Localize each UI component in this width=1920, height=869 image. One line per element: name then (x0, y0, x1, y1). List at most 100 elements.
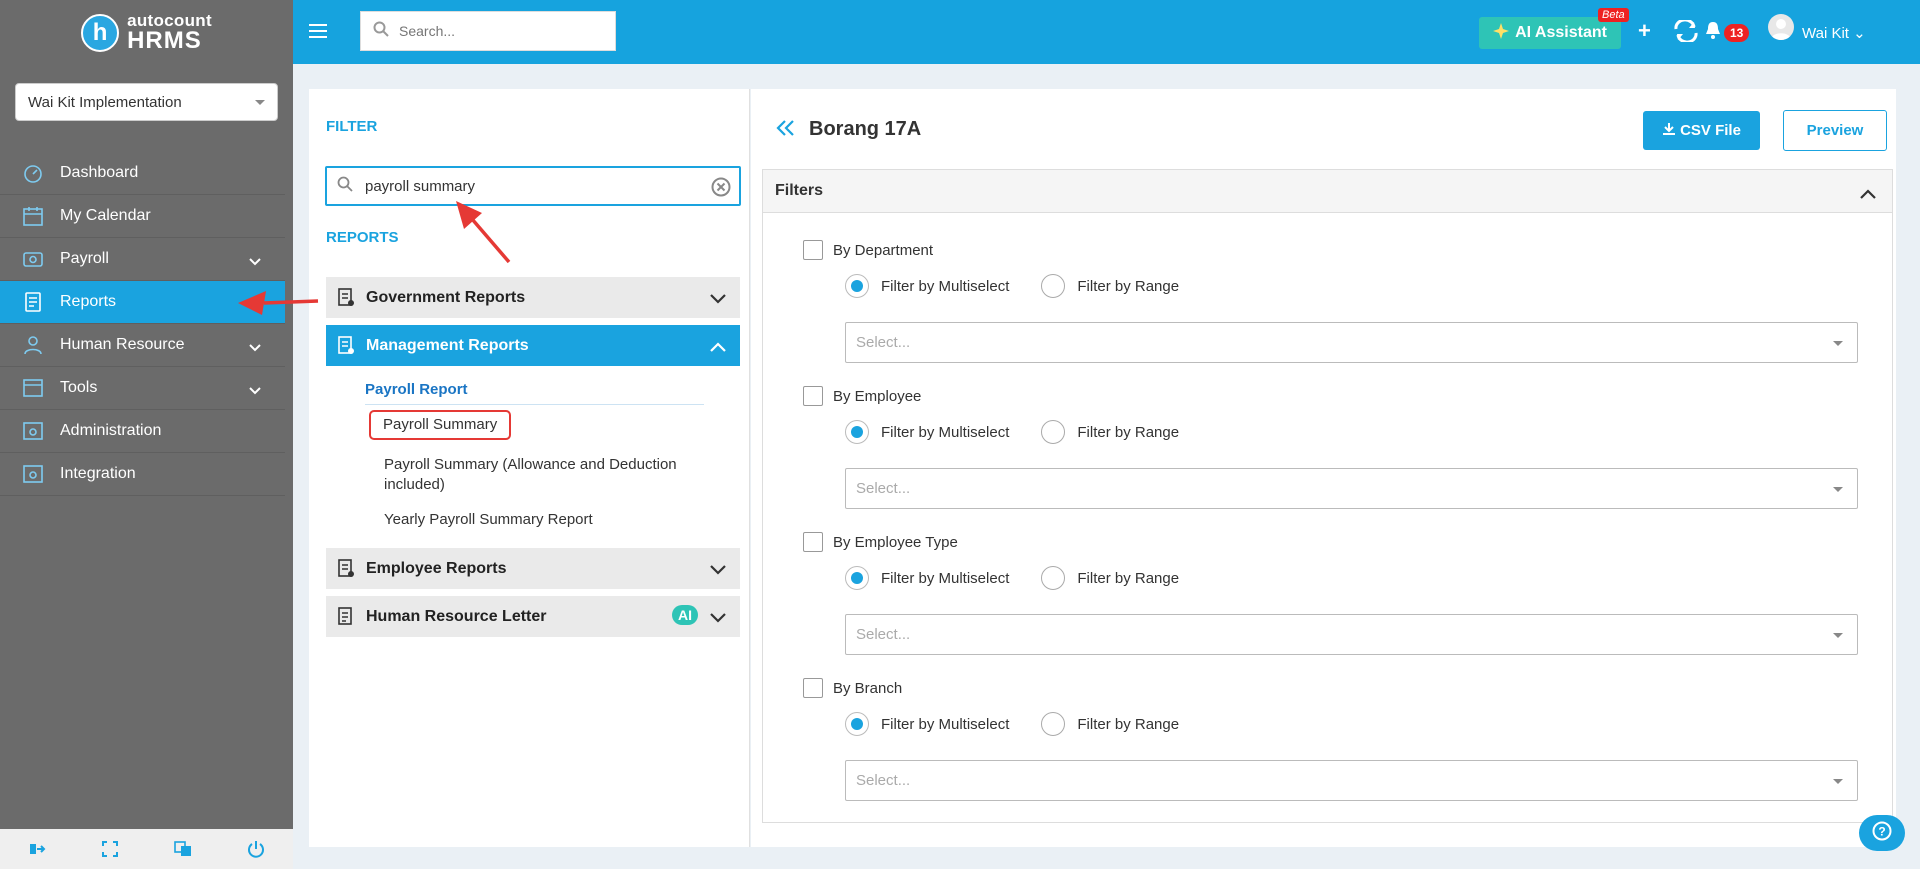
employee-type-checkbox-row[interactable]: By Employee Type (803, 532, 958, 552)
government-reports-header[interactable]: Government Reports (326, 277, 740, 318)
range-radio[interactable] (1041, 566, 1066, 590)
app-logo[interactable]: h autocount HRMS (0, 0, 293, 65)
range-radio[interactable] (1041, 712, 1066, 736)
range-radio[interactable] (1041, 420, 1066, 444)
collapse-left-icon[interactable] (776, 119, 796, 141)
chevron-up-icon[interactable] (1860, 186, 1876, 204)
government-reports-label: Government Reports (366, 288, 526, 306)
management-reports-header[interactable]: Management Reports (326, 325, 740, 366)
multiselect-radio[interactable] (845, 566, 869, 590)
department-radio-row: Filter by Multiselect Filter by Range (845, 274, 1179, 298)
ai-badge: AI (672, 605, 698, 625)
bell-icon[interactable] (1705, 21, 1721, 43)
integration-icon (22, 463, 44, 485)
sidebar-item-label: Administration (60, 422, 162, 439)
department-checkbox-row[interactable]: By Department (803, 240, 933, 260)
sidebar-item-my-calendar[interactable]: My Calendar (0, 195, 285, 238)
report-item-payroll-summary[interactable]: Payroll Summary (369, 410, 512, 440)
chevron-down-icon (249, 339, 261, 357)
department-checkbox[interactable] (803, 240, 823, 260)
sidebar-item-label: Reports (60, 293, 117, 310)
report-detail-panel: Borang 17A CSV File Preview Filters By D… (751, 89, 1896, 847)
filters-title: Filters (775, 182, 824, 199)
sidebar-item-administration[interactable]: Administration (0, 410, 285, 453)
sidebar-item-payroll[interactable]: Payroll (0, 238, 285, 281)
caret-down-icon (1833, 487, 1843, 492)
select-placeholder: Select... (856, 772, 911, 789)
report-search-box[interactable] (325, 166, 741, 206)
fullscreen-icon[interactable] (98, 837, 122, 861)
employee-reports-header[interactable]: Employee Reports (326, 548, 740, 589)
multiselect-radio[interactable] (845, 274, 869, 298)
report-item-label: included) (384, 476, 445, 493)
management-reports-label: Management Reports (366, 336, 529, 354)
select-placeholder: Select... (856, 334, 911, 351)
sidebar-item-tools[interactable]: Tools (0, 367, 285, 410)
chevron-up-icon (710, 339, 726, 357)
report-search-input[interactable] (365, 177, 685, 195)
employee-checkbox-row[interactable]: By Employee (803, 386, 921, 406)
employee-type-select[interactable]: Select... (845, 614, 1858, 655)
sidebar-item-label: Payroll (60, 250, 109, 267)
range-radio[interactable] (1041, 274, 1066, 298)
human-resource-icon (22, 334, 44, 356)
caret-down-icon (1833, 341, 1843, 346)
employee-label: By Employee (833, 387, 922, 405)
report-item-payroll-summary-allowance[interactable]: Payroll Summary (Allowance and Deduction… (384, 455, 677, 495)
employee-select[interactable]: Select... (845, 468, 1858, 509)
sidebar-item-label: Human Resource (60, 336, 185, 353)
menu-toggle-icon[interactable] (309, 24, 327, 38)
report-item-yearly-payroll-summary[interactable]: Yearly Payroll Summary Report (384, 510, 593, 530)
employee-type-checkbox[interactable] (803, 532, 823, 552)
svg-text:?: ? (1878, 825, 1885, 839)
chevron-down-icon (249, 382, 261, 400)
report-list-panel: FILTER REPORTS Government Reports Manage… (309, 89, 750, 847)
annotation-arrow-icon (456, 201, 511, 264)
help-button[interactable]: ? (1859, 815, 1905, 851)
branch-select[interactable]: Select... (845, 760, 1858, 801)
filters-header[interactable]: Filters (763, 170, 1892, 213)
caret-down-icon (255, 99, 265, 105)
multiselect-label: Filter by Multiselect (881, 715, 1010, 733)
chevron-down-icon (710, 610, 726, 628)
tools-icon (22, 377, 44, 399)
sidebar-item-integration[interactable]: Integration (0, 453, 285, 496)
branch-checkbox[interactable] (803, 678, 823, 698)
branch-checkbox-row[interactable]: By Branch (803, 678, 902, 698)
branch-radio-row: Filter by Multiselect Filter by Range (845, 712, 1179, 736)
logout-icon[interactable] (25, 837, 49, 861)
chevron-down-icon (249, 253, 261, 271)
add-icon[interactable]: + (1638, 18, 1651, 44)
translate-icon[interactable] (171, 837, 195, 861)
user-name: Wai Kit (1802, 25, 1849, 42)
filter-section-title: FILTER (326, 118, 378, 135)
filters-panel: Filters By Department Filter by Multisel… (762, 169, 1893, 823)
top-search-input[interactable] (399, 23, 599, 39)
logo-product: HRMS (127, 27, 202, 54)
notification-count-badge: 13 (1724, 24, 1750, 42)
top-search-box[interactable] (360, 11, 616, 51)
administration-icon (22, 420, 44, 442)
department-label: By Department (833, 241, 934, 259)
preview-button[interactable]: Preview (1783, 110, 1887, 151)
csv-file-label: CSV File (1680, 122, 1741, 139)
department-select[interactable]: Select... (845, 322, 1858, 363)
company-select[interactable]: Wai Kit Implementation (15, 83, 278, 121)
avatar[interactable] (1768, 14, 1794, 40)
csv-file-button[interactable]: CSV File (1643, 111, 1760, 150)
sync-icon[interactable] (1673, 18, 1699, 46)
power-icon[interactable] (244, 837, 268, 861)
download-icon (1662, 122, 1676, 140)
select-placeholder: Select... (856, 626, 911, 643)
employee-checkbox[interactable] (803, 386, 823, 406)
multiselect-radio[interactable] (845, 420, 869, 444)
hr-letter-header[interactable]: Human Resource Letter AI (326, 596, 740, 637)
payroll-icon (22, 248, 44, 270)
sidebar-item-dashboard[interactable]: Dashboard (0, 152, 285, 195)
multiselect-radio[interactable] (845, 712, 869, 736)
search-icon (373, 21, 389, 41)
sidebar-item-human-resource[interactable]: Human Resource (0, 324, 285, 367)
clear-search-icon[interactable] (711, 177, 731, 201)
top-bar: AI Assistant Beta + 13 Wai Kit ⌄ (293, 0, 1920, 64)
user-menu[interactable]: Wai Kit ⌄ (1802, 24, 1866, 42)
